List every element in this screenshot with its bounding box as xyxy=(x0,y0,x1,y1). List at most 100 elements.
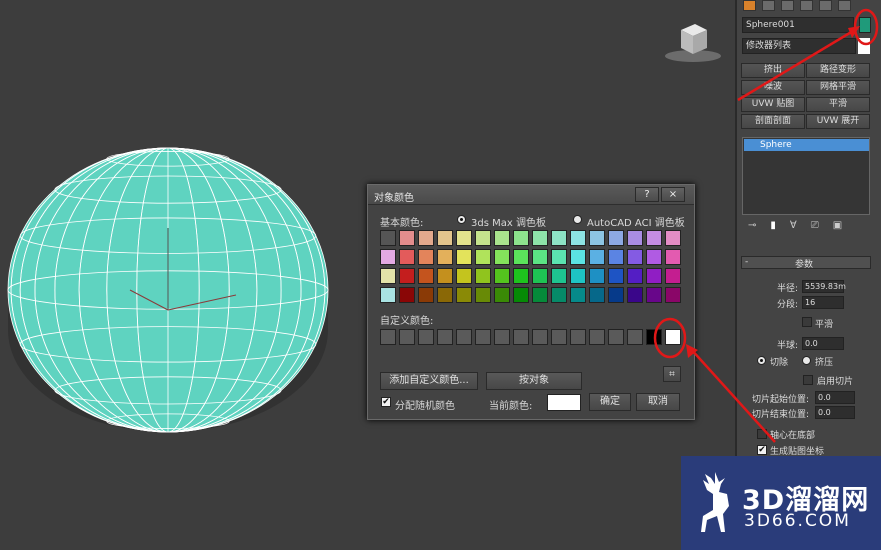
color-swatch[interactable] xyxy=(475,268,491,284)
custom-color-swatch[interactable] xyxy=(608,329,624,345)
color-swatch[interactable] xyxy=(532,287,548,303)
custom-color-swatch[interactable] xyxy=(494,329,510,345)
color-swatch[interactable] xyxy=(399,249,415,265)
modifier-list-arrow-icon[interactable] xyxy=(858,38,870,54)
color-swatch[interactable] xyxy=(380,268,396,284)
color-swatch[interactable] xyxy=(475,287,491,303)
radio-autocad-palette[interactable] xyxy=(573,215,582,224)
color-swatch[interactable] xyxy=(570,230,586,246)
color-swatch[interactable] xyxy=(399,230,415,246)
custom-color-swatch[interactable] xyxy=(532,329,548,345)
color-swatch[interactable] xyxy=(646,287,662,303)
color-swatch[interactable] xyxy=(418,268,434,284)
radio-3dsmax-palette[interactable] xyxy=(457,215,466,224)
modifier-button-noise[interactable]: 噪波 xyxy=(741,80,805,95)
color-swatch[interactable] xyxy=(627,268,643,284)
close-button[interactable]: × xyxy=(661,187,685,202)
modifier-button-pathdeform[interactable]: 路径变形 xyxy=(806,63,870,78)
custom-color-swatch[interactable] xyxy=(570,329,586,345)
color-swatch[interactable] xyxy=(494,230,510,246)
color-swatch[interactable] xyxy=(551,268,567,284)
color-swatch[interactable] xyxy=(665,268,681,284)
segments-spinner[interactable]: 16 xyxy=(802,296,844,309)
slice-to-spinner[interactable]: 0.0 xyxy=(815,406,855,419)
display-tab-icon[interactable] xyxy=(819,0,832,11)
color-swatch[interactable] xyxy=(475,230,491,246)
color-swatch[interactable] xyxy=(589,230,605,246)
viewcube-icon[interactable] xyxy=(663,16,723,64)
remove-modifier-icon[interactable]: ⎚ xyxy=(811,220,819,236)
add-custom-color-button[interactable]: 添加自定义颜色... xyxy=(380,372,478,390)
help-button[interactable]: ? xyxy=(635,187,659,202)
color-swatch[interactable] xyxy=(437,230,453,246)
color-swatch[interactable] xyxy=(456,287,472,303)
configure-sets-icon[interactable]: ▣ xyxy=(833,220,842,236)
enable-slice-checkbox[interactable] xyxy=(803,375,813,385)
color-swatch[interactable] xyxy=(380,287,396,303)
hierarchy-tab-icon[interactable] xyxy=(781,0,794,11)
color-swatch[interactable] xyxy=(437,268,453,284)
hemisphere-spinner[interactable]: 0.0 xyxy=(802,337,844,350)
by-object-button[interactable]: 按对象 xyxy=(486,372,582,390)
modifier-stack[interactable]: Sphere xyxy=(742,137,870,215)
color-swatch[interactable] xyxy=(589,287,605,303)
color-swatch[interactable] xyxy=(627,230,643,246)
color-swatch[interactable] xyxy=(513,287,529,303)
color-swatch[interactable] xyxy=(418,230,434,246)
color-swatch[interactable] xyxy=(551,230,567,246)
custom-color-swatch[interactable] xyxy=(627,329,643,345)
color-swatch[interactable] xyxy=(513,249,529,265)
chop-radio[interactable] xyxy=(757,356,766,365)
color-swatch[interactable] xyxy=(608,287,624,303)
color-swatch[interactable] xyxy=(456,230,472,246)
color-swatch[interactable] xyxy=(608,268,624,284)
color-swatch[interactable] xyxy=(627,287,643,303)
show-end-result-icon[interactable]: ▮ xyxy=(770,220,776,236)
color-swatch[interactable] xyxy=(418,287,434,303)
radius-spinner[interactable]: 5539.83m xyxy=(802,280,846,293)
color-swatch[interactable] xyxy=(456,268,472,284)
custom-color-swatch[interactable] xyxy=(665,329,681,345)
modifier-button-profile[interactable]: 剖面剖面 xyxy=(741,114,805,129)
color-swatch[interactable] xyxy=(532,230,548,246)
color-swatch[interactable] xyxy=(570,287,586,303)
color-swatch[interactable] xyxy=(608,249,624,265)
modifier-button-uvwmap[interactable]: UVW 贴图 xyxy=(741,97,805,112)
custom-color-swatch[interactable] xyxy=(475,329,491,345)
assign-random-checkbox[interactable]: ✔ xyxy=(381,397,391,407)
eyedropper-button[interactable]: ⌗ xyxy=(663,366,681,382)
color-swatch[interactable] xyxy=(437,249,453,265)
custom-color-swatch[interactable] xyxy=(437,329,453,345)
object-name-field[interactable]: Sphere001 xyxy=(742,17,854,33)
custom-color-swatch[interactable] xyxy=(380,329,396,345)
smooth-checkbox[interactable] xyxy=(802,317,812,327)
color-swatch[interactable] xyxy=(532,268,548,284)
utilities-tab-icon[interactable] xyxy=(838,0,851,11)
color-swatch[interactable] xyxy=(380,249,396,265)
pin-stack-icon[interactable]: ⊸ xyxy=(748,220,756,236)
color-swatch[interactable] xyxy=(399,268,415,284)
color-swatch[interactable] xyxy=(494,249,510,265)
color-swatch[interactable] xyxy=(551,249,567,265)
color-swatch[interactable] xyxy=(551,287,567,303)
color-swatch[interactable] xyxy=(589,268,605,284)
color-swatch[interactable] xyxy=(494,287,510,303)
custom-color-swatch[interactable] xyxy=(551,329,567,345)
squash-radio[interactable] xyxy=(802,356,811,365)
color-swatch[interactable] xyxy=(513,230,529,246)
color-swatch[interactable] xyxy=(665,249,681,265)
stack-item-sphere[interactable]: Sphere xyxy=(744,139,869,151)
modifier-button-unwrapuvw[interactable]: UVW 展开 xyxy=(806,114,870,129)
custom-color-swatch[interactable] xyxy=(399,329,415,345)
motion-tab-icon[interactable] xyxy=(800,0,813,11)
color-swatch[interactable] xyxy=(380,230,396,246)
color-swatch[interactable] xyxy=(570,268,586,284)
color-swatch[interactable] xyxy=(532,249,548,265)
current-color-swatch[interactable] xyxy=(547,394,581,411)
object-color-swatch[interactable] xyxy=(859,17,871,33)
custom-color-swatch[interactable] xyxy=(418,329,434,345)
custom-color-swatch[interactable] xyxy=(513,329,529,345)
base-pivot-checkbox[interactable] xyxy=(757,429,767,439)
color-swatch[interactable] xyxy=(646,249,662,265)
color-swatch[interactable] xyxy=(494,268,510,284)
